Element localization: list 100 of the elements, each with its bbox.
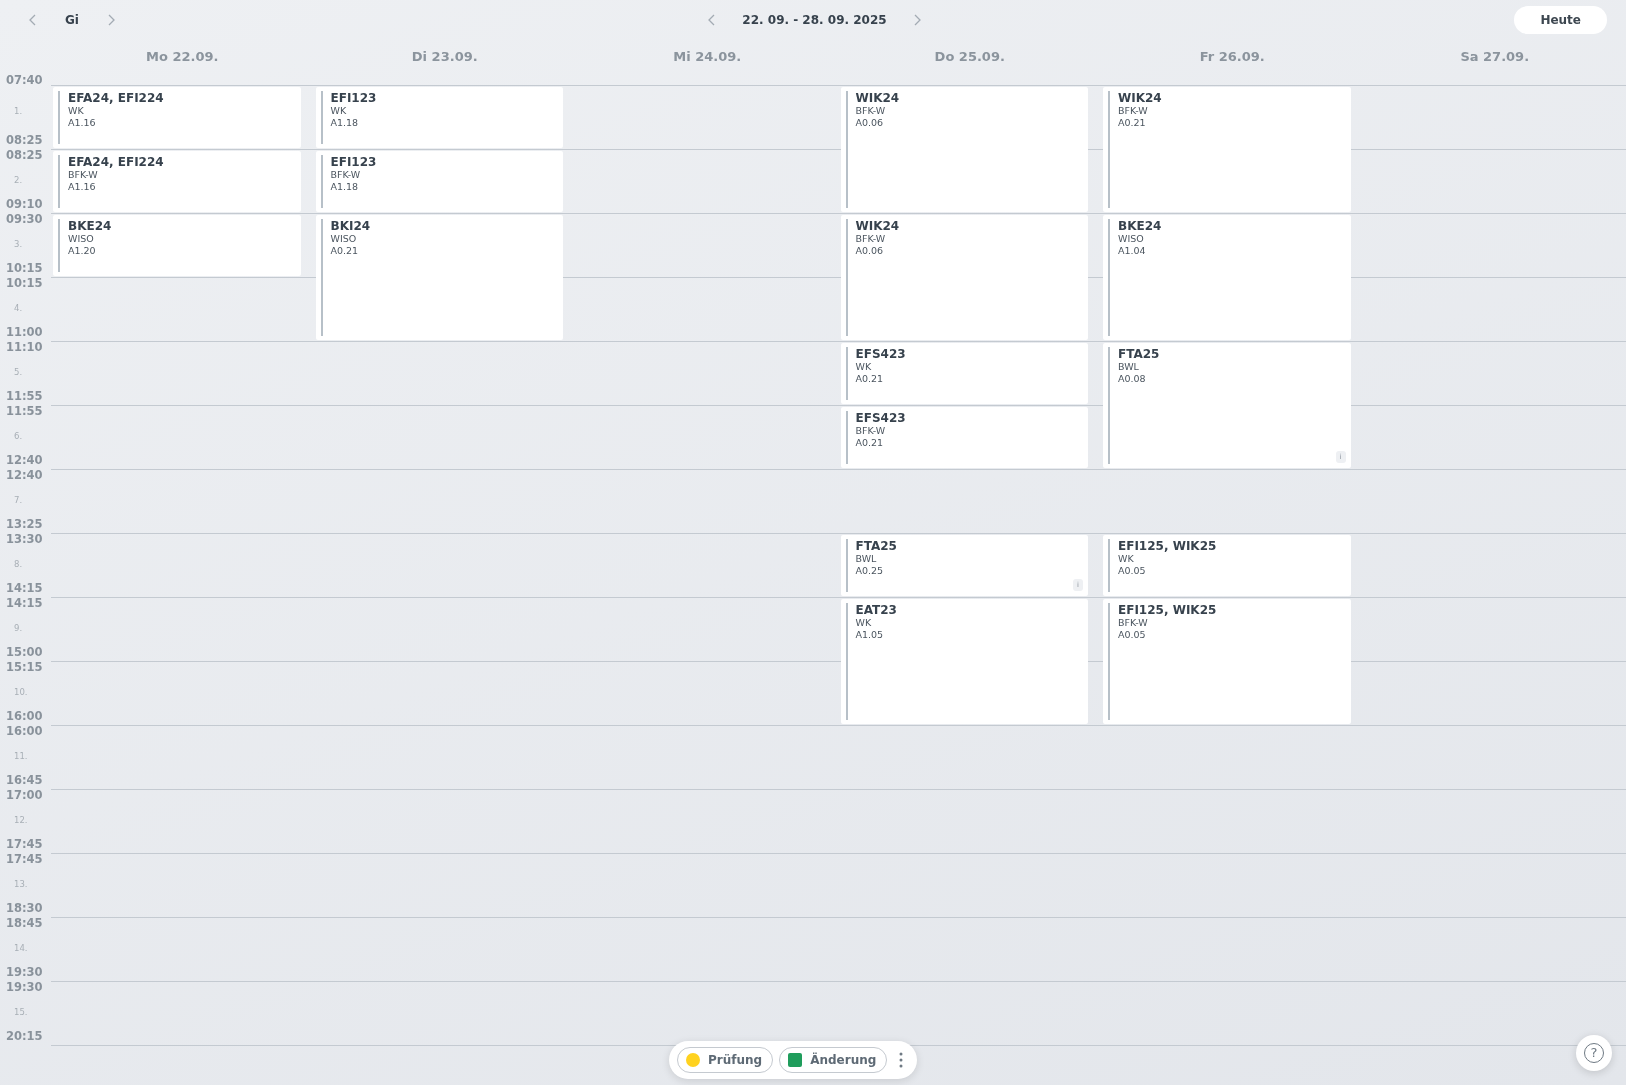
period-start-time: 16:00	[6, 726, 43, 737]
lesson-subject: BFK-W	[68, 169, 98, 180]
lesson-card[interactable]: BKE24 WISO A1.20	[53, 215, 301, 276]
lesson-room: A1.16	[68, 116, 96, 130]
period-end-time: 09:10	[6, 199, 43, 210]
lesson-card[interactable]: BKI24 WISO A0.21	[315, 215, 563, 340]
lesson-class: FTA25	[1118, 347, 1160, 361]
lesson-class: EFI125, WIK25	[1118, 603, 1217, 617]
lesson-subject: WK	[1118, 553, 1134, 564]
lesson-card[interactable]: EFI125, WIK25 WK A0.05	[1103, 535, 1351, 596]
period-start-time: 13:30	[6, 534, 43, 545]
period-end-time: 10:15	[6, 263, 43, 274]
period-end-time: 18:30	[6, 903, 43, 914]
lesson-subject: WK	[68, 105, 84, 116]
period-end-time: 16:00	[6, 711, 43, 722]
period-number: 12.	[13, 815, 28, 825]
lesson-card[interactable]: EFA24, EFI224 WK A1.16	[53, 87, 301, 148]
lesson-class: WIK24	[855, 219, 900, 233]
period-start-time: 15:15	[6, 662, 43, 673]
period-number: 10.	[13, 687, 28, 697]
lesson-subject: WISO	[68, 233, 94, 244]
period-number: 6.	[13, 431, 23, 441]
period-end-time: 17:45	[6, 839, 43, 850]
lesson-class: WIK24	[855, 91, 900, 105]
lesson-class: EFS423	[855, 347, 906, 361]
period-start-time: 09:30	[6, 214, 43, 225]
lesson-card[interactable]: EFS423 BFK-W A0.21	[840, 407, 1088, 468]
lesson-room: A0.25	[855, 564, 884, 578]
period-number: 7.	[13, 495, 23, 505]
lesson-room: A1.18	[330, 180, 359, 194]
lesson-class: EFI125, WIK25	[1118, 539, 1217, 553]
lesson-subject: WISO	[330, 233, 357, 244]
day-header: Di 23.09.	[410, 48, 479, 67]
period-end-time: 14:15	[6, 583, 43, 594]
period-start-time: 14:15	[6, 598, 43, 609]
lesson-subject: BFK-W	[1118, 105, 1148, 116]
legend-chip[interactable]: Prüfung	[677, 1047, 774, 1073]
period-end-time: 16:45	[6, 775, 43, 786]
lesson-subject: BFK-W	[330, 169, 361, 180]
lesson-card[interactable]: EAT23 WK A1.05	[840, 599, 1088, 724]
chevron-left-icon[interactable]	[707, 14, 717, 26]
lesson-room: A0.05	[1118, 628, 1146, 642]
chevron-right-icon[interactable]	[106, 14, 116, 26]
lesson-class: FTA25	[855, 539, 897, 553]
lesson-class: EAT23	[855, 603, 897, 617]
period-number: 4.	[13, 303, 23, 313]
chevron-right-icon[interactable]	[912, 14, 922, 26]
period-number: 3.	[13, 239, 23, 249]
lesson-class: EFI123	[330, 91, 377, 105]
lesson-class: EFA24, EFI224	[68, 91, 164, 105]
help-button[interactable]: ?	[1576, 1035, 1612, 1071]
period-number: 8.	[13, 559, 23, 569]
more-icon[interactable]	[899, 1052, 904, 1068]
day-header: Do 25.09.	[933, 48, 1006, 67]
chevron-left-icon[interactable]	[28, 14, 37, 26]
lesson-card[interactable]: EFS423 WK A0.21	[840, 343, 1088, 404]
lesson-class: BKE24	[68, 219, 112, 233]
lesson-card[interactable]: EFI125, WIK25 BFK-W A0.05	[1103, 599, 1351, 724]
period-end-time: 08:25	[6, 135, 43, 146]
period-start-time: 11:10	[6, 342, 43, 353]
lesson-card[interactable]: EFA24, EFI224 BFK-W A1.16	[53, 151, 301, 212]
period-number: 5.	[13, 367, 23, 377]
lesson-class: EFI123	[330, 155, 377, 169]
period-end-time: 15:00	[6, 647, 43, 658]
period-start-time: 12:40	[6, 470, 43, 481]
today-button[interactable]: Heute	[1514, 6, 1607, 34]
lesson-card[interactable]: WIK24 BFK-W A0.21	[1103, 87, 1351, 212]
lesson-class: BKI24	[330, 219, 371, 233]
period-start-time: 07:40	[6, 75, 43, 86]
lesson-room: A0.06	[855, 116, 884, 130]
period-number: 14.	[13, 943, 28, 953]
period-end-time: 12:40	[6, 455, 43, 466]
lesson-card[interactable]: EFI123 BFK-W A1.18	[315, 151, 563, 212]
lesson-room: A1.04	[1118, 244, 1146, 258]
lesson-subject: BWL	[855, 553, 877, 564]
lesson-subject: BWL	[1118, 361, 1139, 372]
day-header: Mi 24.09.	[672, 48, 743, 67]
lesson-room: A0.21	[330, 244, 359, 258]
period-end-time: 19:30	[6, 967, 43, 978]
lesson-card[interactable]: BKE24 WISO A1.04	[1103, 215, 1351, 340]
lesson-subject: BFK-W	[855, 105, 886, 116]
lesson-card[interactable]: WIK24 BFK-W A0.06	[840, 215, 1088, 340]
lesson-room: A0.05	[1118, 564, 1146, 578]
lesson-room: A0.21	[1118, 116, 1146, 130]
legend-chip[interactable]: Änderung	[779, 1047, 888, 1073]
lesson-subject: BFK-W	[855, 233, 886, 244]
lesson-card[interactable]: EFI123 WK A1.18	[315, 87, 563, 148]
period-number: 13.	[13, 879, 28, 889]
lesson-room: A1.05	[855, 628, 884, 642]
lesson-subject: BFK-W	[1118, 617, 1148, 628]
period-end-time: 11:00	[6, 327, 43, 338]
lesson-subject: WK	[855, 361, 872, 372]
lesson-card[interactable]: WIK24 BFK-W A0.06	[840, 87, 1088, 212]
lesson-room: A1.18	[330, 116, 359, 130]
lesson-class: BKE24	[1118, 219, 1162, 233]
period-number: 11.	[13, 751, 28, 761]
period-start-time: 17:45	[6, 854, 43, 865]
period-start-time: 17:00	[6, 790, 43, 801]
day-header: Mo 22.09.	[145, 48, 220, 67]
period-end-time: 11:55	[6, 391, 43, 402]
